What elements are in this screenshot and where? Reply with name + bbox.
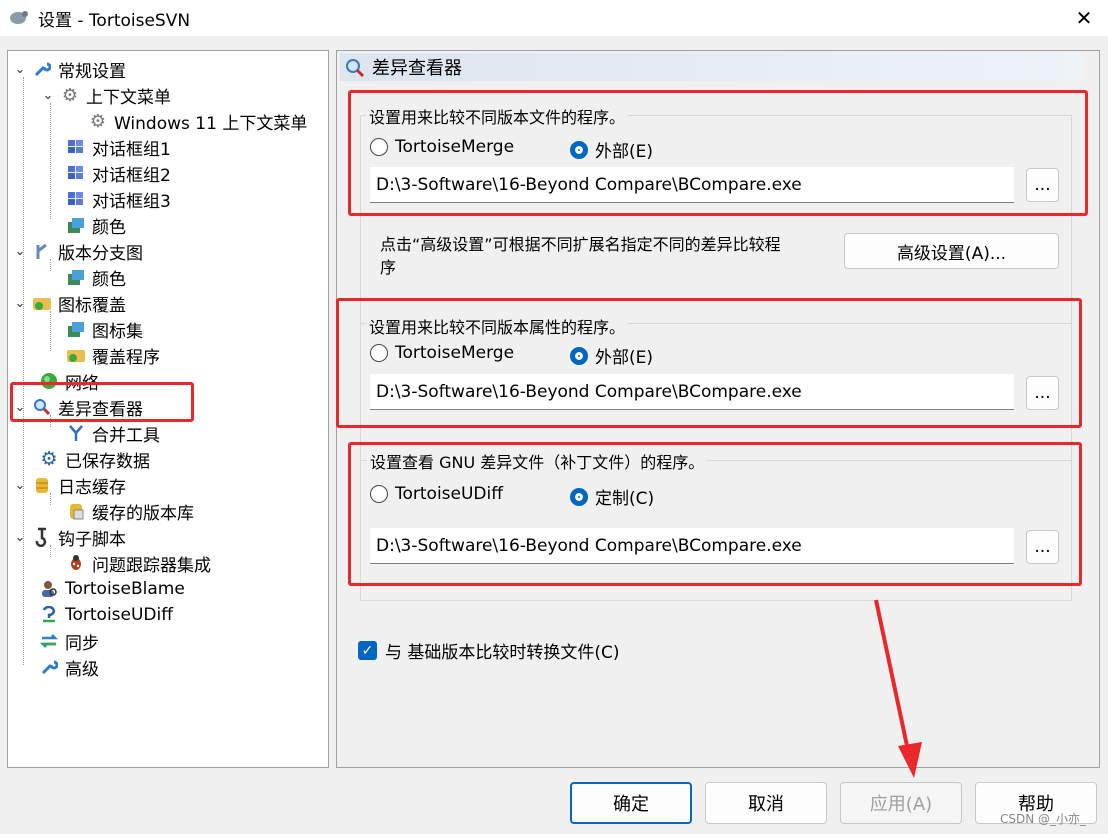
tree-item-label: 版本分支图: [58, 243, 143, 264]
diff-icon: [39, 605, 59, 625]
tree-item-tortoiseudiff[interactable]: TortoiseUDiff: [39, 602, 173, 628]
tree-item-label: 颜色: [92, 269, 126, 290]
tree-item-saved-data[interactable]: ⚙ 已保存数据: [39, 446, 150, 472]
annotation-box-file-diff: [348, 90, 1088, 216]
tree-item-label: 图标集: [92, 321, 143, 342]
tree-item-revision-graph[interactable]: ⌄ 版本分支图: [12, 238, 143, 264]
database-icon: [32, 475, 52, 495]
annotation-arrow: [874, 599, 922, 778]
magnifier-icon: [346, 59, 365, 78]
chevron-down-icon[interactable]: ⌄: [12, 530, 28, 545]
window-title: 设置 - TortoiseSVN: [38, 11, 191, 31]
folder-overlay-icon: [32, 293, 52, 313]
tree-item-sync[interactable]: 同步: [39, 628, 99, 654]
tree-item-label: 合并工具: [92, 425, 160, 446]
tree-item-label: 已保存数据: [65, 451, 150, 472]
cancel-button[interactable]: 取消: [705, 782, 827, 824]
tree-item-tortoiseblame[interactable]: TortoiseBlame: [39, 576, 185, 602]
close-button[interactable]: ✕: [1060, 0, 1108, 36]
tree-item-label: 常规设置: [58, 61, 126, 82]
gear-icon: ⚙: [61, 84, 79, 106]
palette-icon: [66, 267, 86, 287]
bug-icon: [66, 553, 86, 573]
tree-item-dialogs1[interactable]: 对话框组1: [66, 134, 171, 160]
wrench-icon: [39, 657, 59, 677]
palette-icon: [66, 215, 86, 235]
gear-icon: ⚙: [40, 448, 58, 470]
advanced-settings-button[interactable]: 高级设置(A)...: [844, 233, 1059, 269]
tree-item-label: 对话框组1: [92, 139, 171, 160]
tree-item-advanced[interactable]: 高级: [39, 654, 99, 680]
windows-flag-icon: [66, 163, 86, 183]
page-title: 差异查看器: [372, 58, 462, 79]
tree-item-overlay-handlers[interactable]: 覆盖程序: [66, 342, 160, 368]
tree-item-label: 对话框组3: [92, 191, 171, 212]
tree-item-general[interactable]: ⌄ 常规设置: [12, 56, 126, 82]
ok-button[interactable]: 确定: [570, 782, 692, 824]
wrench-icon: [32, 59, 52, 79]
branch-graph-icon: [32, 241, 52, 261]
apply-button[interactable]: 应用(A): [840, 782, 962, 824]
windows-flag-icon: [66, 189, 86, 209]
windows-flag-icon: [66, 137, 86, 157]
hook-icon: [32, 527, 52, 547]
tree-item-label: 钩子脚本: [58, 529, 126, 550]
tortoise-icon: [10, 11, 28, 24]
palette-icon: [66, 319, 86, 339]
tree-item-label: 同步: [65, 633, 99, 654]
chevron-down-icon[interactable]: ⌄: [40, 88, 56, 103]
tree-item-log-cache[interactable]: ⌄ 日志缓存: [12, 472, 126, 498]
convert-files-checkbox[interactable]: ✓: [358, 641, 377, 660]
tree-item-issue-tracker[interactable]: 问题跟踪器集成: [66, 550, 211, 576]
tree-item-icon-overlays[interactable]: ⌄ 图标覆盖: [12, 290, 126, 316]
tree-item-label: 缓存的版本库: [92, 503, 194, 524]
database-icon: [66, 501, 86, 521]
convert-files-label: 与 基础版本比较时转换文件(C): [385, 643, 620, 663]
person-search-icon: [39, 579, 59, 599]
tree-item-icon-set[interactable]: 图标集: [66, 316, 143, 342]
tree-item-label: 覆盖程序: [92, 347, 160, 368]
tree-item-colors-2[interactable]: 颜色: [66, 264, 126, 290]
tree-item-label: 问题跟踪器集成: [92, 555, 211, 576]
gear-icon: ⚙: [89, 110, 107, 132]
chevron-down-icon[interactable]: ⌄: [12, 478, 28, 493]
tree-item-label: 高级: [65, 659, 99, 680]
folder-overlay-icon: [66, 345, 86, 365]
tree-item-context-menu[interactable]: ⌄ ⚙ 上下文菜单: [40, 82, 171, 108]
tree-item-label: TortoiseBlame: [65, 579, 185, 599]
tree-item-label: 上下文菜单: [86, 87, 171, 108]
tree-item-label: 图标覆盖: [58, 295, 126, 316]
chevron-down-icon[interactable]: ⌄: [12, 62, 28, 77]
chevron-down-icon[interactable]: ⌄: [12, 244, 28, 259]
merge-icon: [66, 423, 86, 443]
advanced-note: 点击“高级设置”可根据不同扩展名指定不同的差异比较程序: [380, 235, 781, 277]
sync-icon: [39, 631, 59, 651]
annotation-box-gnu-diff: [348, 442, 1082, 586]
watermark: CSDN @_小亦_: [1000, 812, 1087, 826]
tree-item-colors[interactable]: 颜色: [66, 212, 126, 238]
chevron-down-icon[interactable]: ⌄: [12, 296, 28, 311]
annotation-box-prop-diff: [336, 298, 1082, 428]
tree-item-merge-tool[interactable]: 合并工具: [66, 420, 160, 446]
tree-item-cached-repos[interactable]: 缓存的版本库: [66, 498, 194, 524]
tree-item-dialogs3[interactable]: 对话框组3: [66, 186, 171, 212]
tree-item-label: Windows 11 上下文菜单: [114, 113, 308, 134]
tree-item-hook-scripts[interactable]: ⌄ 钩子脚本: [12, 524, 126, 550]
tree-item-label: TortoiseUDiff: [65, 605, 173, 625]
tree-item-win11-context-menu[interactable]: ⚙ Windows 11 上下文菜单: [88, 108, 307, 134]
annotation-box-tree-diff-viewer: [10, 382, 194, 422]
tree-item-dialogs2[interactable]: 对话框组2: [66, 160, 171, 186]
tree-item-label: 对话框组2: [92, 165, 171, 186]
title-bar: 设置 - TortoiseSVN ✕: [0, 0, 1108, 36]
tree-item-label: 颜色: [92, 217, 126, 238]
tree-item-label: 日志缓存: [58, 477, 126, 498]
